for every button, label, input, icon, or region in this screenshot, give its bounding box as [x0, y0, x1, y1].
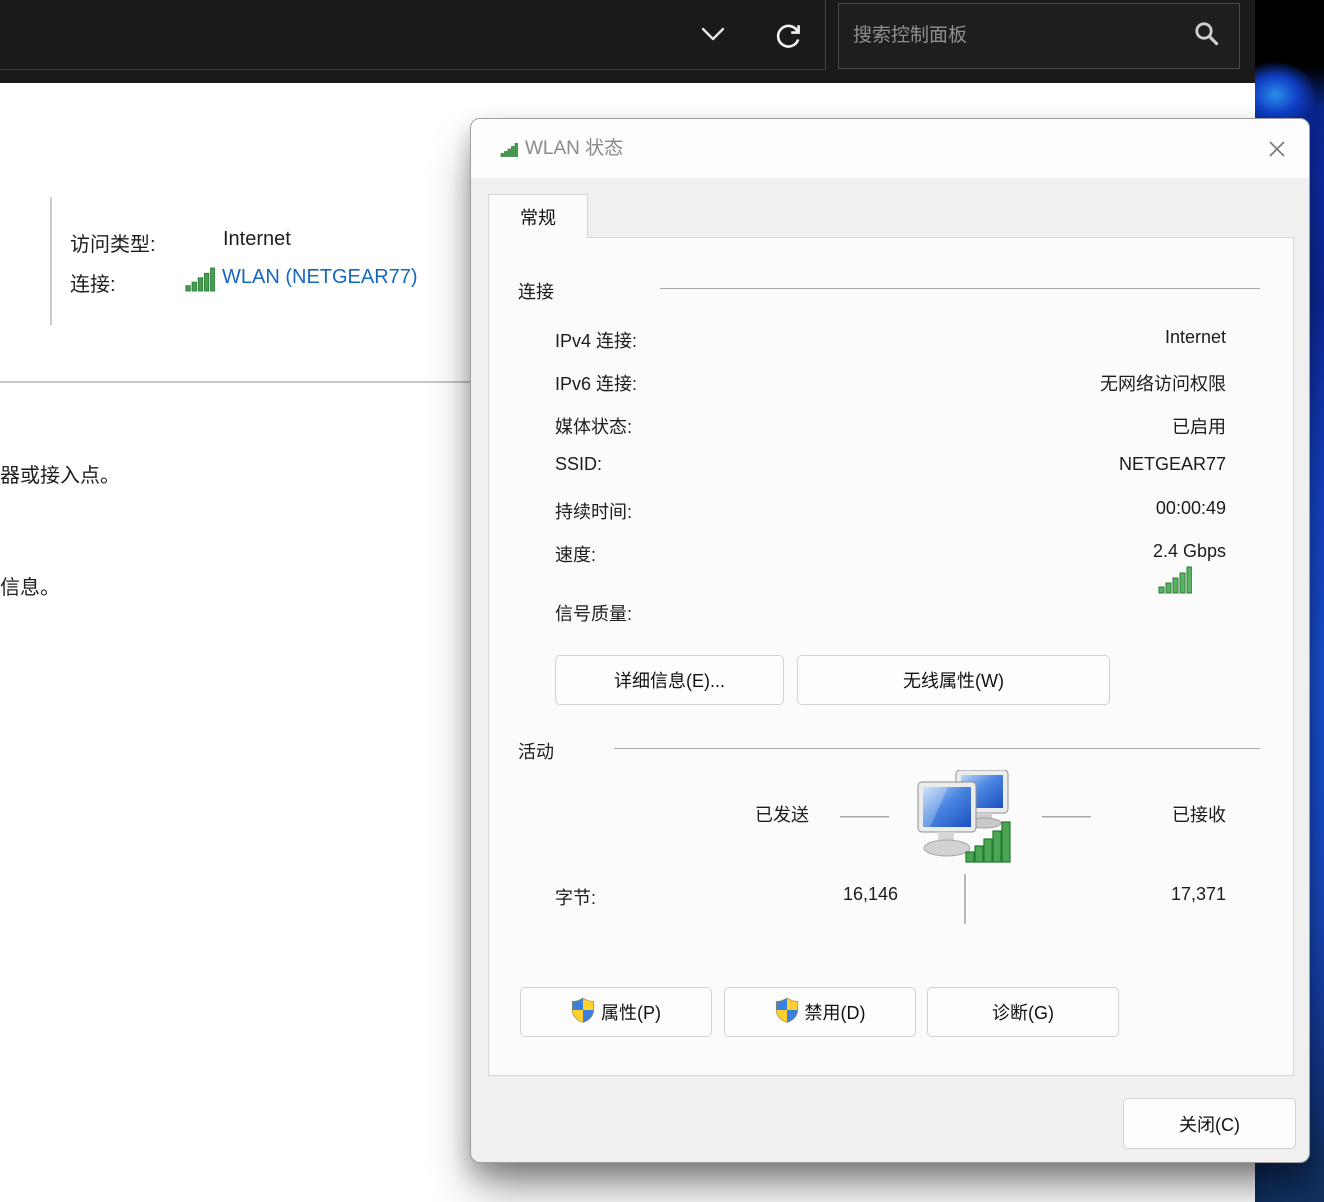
received-label: 已接收 [1172, 805, 1226, 825]
bytes-sent-value: 16,146 [842, 884, 898, 904]
row-media-state: 媒体状态: 已启用 [555, 413, 1226, 439]
dialog-title: WLAN 状态 [525, 138, 624, 159]
bytes-received-value: 17,371 [1170, 884, 1226, 904]
connection-link[interactable]: WLAN (NETGEAR77) [222, 266, 418, 289]
close-icon[interactable] [1261, 133, 1293, 165]
row-label: 媒体状态: [555, 417, 633, 437]
group-rule [660, 288, 1260, 289]
chevron-down-icon[interactable] [700, 26, 726, 47]
group-rule [614, 748, 1260, 749]
details-button[interactable]: 详细信息(E)... [555, 655, 784, 705]
row-value: 已启用 [1172, 417, 1226, 437]
row-duration: 持续时间: 00:00:49 [555, 498, 1226, 524]
signal-quality-label: 信号质量: [555, 604, 633, 624]
access-type-value: Internet [223, 228, 291, 250]
row-value: 00:00:49 [1155, 498, 1226, 518]
wifi-signal-icon [500, 143, 518, 162]
wifi-signal-icon [185, 267, 216, 297]
row-value: 2.4 Gbps [1152, 541, 1226, 561]
row-label: SSID: [555, 454, 603, 474]
row-value: Internet [1164, 327, 1226, 347]
wireless-properties-button[interactable]: 无线属性(W) [797, 655, 1110, 705]
tab-page: 连接 IPv4 连接: Internet IPv6 连接: 无网络访问权限 媒体… [488, 237, 1294, 1076]
row-value: 无网络访问权限 [1100, 374, 1226, 394]
diagnose-button[interactable]: 诊断(G) [927, 987, 1119, 1037]
close-button[interactable]: 关闭(C) [1123, 1098, 1296, 1149]
browser-toolbar [0, 0, 1255, 83]
button-label: 属性(P) [601, 1003, 661, 1023]
sent-label: 已发送 [755, 805, 809, 825]
row-label: IPv6 连接: [555, 374, 638, 394]
tab-general[interactable]: 常规 [488, 194, 588, 238]
truncated-text-top: 器或接入点。 [0, 465, 120, 487]
row-ssid: SSID: NETGEAR77 [555, 454, 1226, 475]
row-ipv4: IPv4 连接: Internet [555, 327, 1226, 353]
connector-dash [840, 816, 889, 819]
connector-dash [1042, 816, 1091, 819]
search-input[interactable] [839, 25, 1193, 47]
search-icon[interactable] [1193, 20, 1221, 53]
computers-icon [910, 769, 1014, 869]
row-speed: 速度: 2.4 Gbps [555, 541, 1226, 567]
bytes-label: 字节: [555, 888, 597, 908]
row-label: 速度: [555, 545, 597, 565]
access-type-label: 访问类型: [70, 234, 156, 256]
search-box [838, 3, 1240, 69]
row-label: IPv4 连接: [555, 331, 638, 351]
row-value: NETGEAR77 [1118, 454, 1226, 474]
activity-group-heading: 活动 [518, 742, 554, 762]
uac-shield-icon [571, 997, 595, 1028]
truncated-text-bottom: 信息。 [0, 577, 60, 599]
uac-shield-icon [775, 997, 799, 1028]
disable-button[interactable]: 禁用(D) [724, 987, 916, 1037]
connection-group-heading: 连接 [518, 282, 554, 302]
signal-quality-bars-icon [1158, 566, 1193, 599]
row-ipv6: IPv6 连接: 无网络访问权限 [555, 370, 1226, 396]
section-divider-vertical [50, 197, 52, 325]
connection-label: 连接: [70, 274, 116, 296]
properties-button[interactable]: 属性(P) [520, 987, 712, 1037]
button-label: 禁用(D) [804, 1003, 866, 1023]
wlan-status-dialog: WLAN 状态 常规 连接 IPv4 连接: Internet IPv6 连接:… [470, 118, 1310, 1163]
dialog-titlebar: WLAN 状态 [471, 119, 1309, 178]
bytes-separator [964, 874, 966, 924]
refresh-icon[interactable] [772, 20, 804, 57]
row-label: 持续时间: [555, 502, 633, 522]
